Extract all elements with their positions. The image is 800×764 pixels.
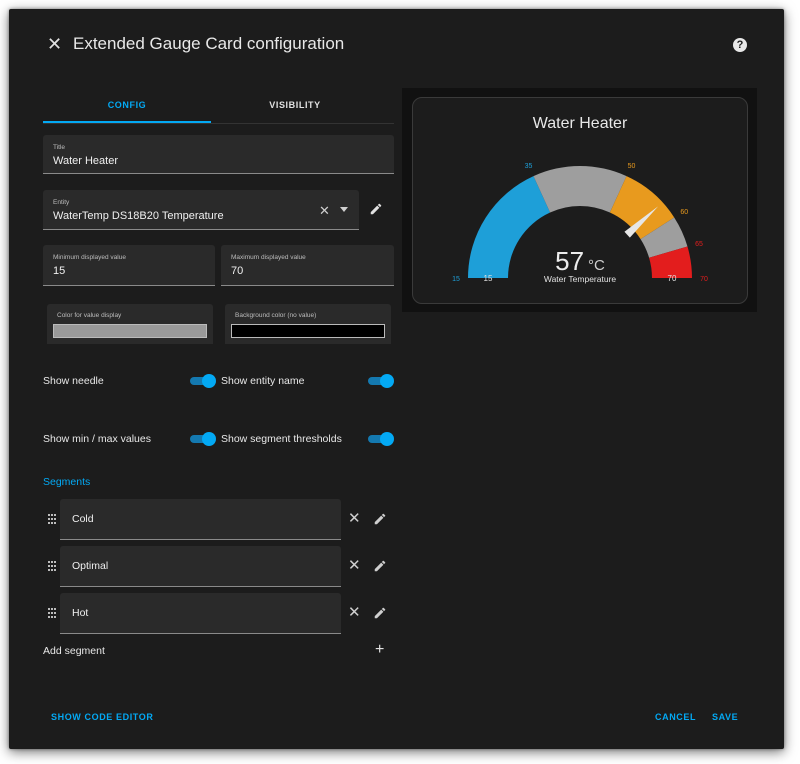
gauge-segment-0 (468, 176, 551, 278)
add-segment-icon[interactable]: + (375, 641, 384, 659)
segment-row-optimal: Optimal ✕ (43, 546, 393, 587)
gauge-card-preview: Water Heater 15 35 50 60 65 70 57 °C Water Tem… (412, 97, 748, 304)
dialog-title: Extended Gauge Card configuration (73, 34, 345, 53)
background-color-swatch[interactable] (231, 324, 385, 338)
max-value-field[interactable]: Maximum displayed value 70 (221, 245, 394, 286)
gauge-threshold-label-3: 60 (680, 209, 688, 216)
show-needle-toggle[interactable] (190, 374, 216, 388)
show-entity-name-toggle[interactable] (368, 374, 394, 388)
entity-field-value: WaterTemp DS18B20 Temperature (53, 210, 224, 222)
min-field-label: Minimum displayed value (53, 254, 126, 261)
gauge-graphic: 15 35 50 60 65 70 57 °C Water Temperature 15 7… (452, 163, 708, 284)
toggle-knob (380, 432, 394, 446)
segments-heading: Segments (43, 476, 91, 488)
gauge-max-label: 70 (668, 274, 677, 283)
gauge-threshold-label-1: 35 (525, 163, 533, 170)
drag-handle-icon[interactable] (48, 514, 56, 524)
toggle-knob (202, 374, 216, 388)
show-min-max-toggle[interactable] (190, 432, 216, 446)
drag-handle-icon[interactable] (48, 561, 56, 571)
gauge-threshold-label-4: 65 (695, 241, 703, 248)
show-code-editor-button[interactable]: SHOW CODE EDITOR (51, 712, 153, 722)
gauge-value: 57 (555, 246, 584, 276)
min-field-value: 15 (53, 265, 66, 277)
segment-row-cold: Cold ✕ (43, 499, 393, 540)
dropdown-arrow-icon[interactable] (340, 207, 348, 212)
gauge-threshold-label-2: 50 (628, 163, 636, 170)
edit-entity-pencil-icon[interactable] (369, 202, 383, 216)
show-thresholds-toggle[interactable] (368, 432, 394, 446)
max-field-value: 70 (231, 265, 244, 277)
gauge-unit: °C (588, 257, 605, 274)
min-value-field[interactable]: Minimum displayed value 15 (43, 245, 215, 286)
toggle-knob (202, 432, 216, 446)
gauge-entity-name: Water Temperature (544, 274, 617, 284)
segment-label: Optimal (72, 560, 109, 572)
gauge-threshold-label-0: 15 (452, 276, 460, 283)
remove-segment-icon[interactable]: ✕ (348, 511, 361, 526)
drag-handle-icon[interactable] (48, 608, 56, 618)
show-thresholds-label: Show segment thresholds (221, 433, 342, 445)
remove-segment-icon[interactable]: ✕ (348, 605, 361, 620)
close-icon[interactable]: ✕ (47, 35, 62, 53)
value-color-swatch[interactable] (53, 324, 207, 338)
entity-field[interactable]: Entity WaterTemp DS18B20 Temperature ✕ (43, 190, 359, 230)
remove-segment-icon[interactable]: ✕ (348, 558, 361, 573)
title-field[interactable]: Title Water Heater (43, 135, 394, 174)
show-min-max-label: Show min / max values (43, 433, 151, 445)
show-needle-label: Show needle (43, 375, 104, 387)
max-field-label: Maximum displayed value (231, 254, 306, 261)
gauge-segment-1 (533, 166, 627, 213)
gauge-value-group: 57 °C (555, 246, 605, 276)
segment-field[interactable]: Hot (60, 593, 341, 634)
segment-field[interactable]: Cold (60, 499, 341, 540)
value-color-label: Color for value display (57, 312, 122, 319)
help-icon[interactable]: ? (733, 38, 747, 52)
save-button[interactable]: SAVE (712, 712, 738, 722)
background-color-field[interactable]: Background color (no value) (225, 304, 391, 344)
tab-config[interactable]: CONFIG (43, 95, 211, 123)
segment-label: Cold (72, 513, 94, 525)
segment-row-hot: Hot ✕ (43, 593, 393, 634)
segment-label: Hot (72, 607, 89, 619)
tab-visibility[interactable]: VISIBILITY (211, 95, 379, 123)
gauge-threshold-label-5: 70 (700, 276, 708, 283)
segment-field[interactable]: Optimal (60, 546, 341, 587)
cancel-button[interactable]: CANCEL (655, 712, 696, 722)
show-entity-name-label: Show entity name (221, 375, 305, 387)
entity-field-label: Entity (53, 199, 70, 206)
background-color-label: Background color (no value) (235, 312, 317, 319)
edit-segment-pencil-icon[interactable] (373, 559, 387, 573)
config-dialog: ✕ Extended Gauge Card configuration ? CO… (9, 9, 784, 749)
clear-icon[interactable]: ✕ (319, 204, 330, 217)
value-color-field[interactable]: Color for value display (47, 304, 213, 344)
gauge-min-label: 15 (484, 274, 493, 283)
toggle-knob (380, 374, 394, 388)
add-segment-label[interactable]: Add segment (43, 645, 105, 657)
title-field-value: Water Heater (53, 155, 119, 167)
tab-bar: CONFIG VISIBILITY (43, 95, 394, 124)
title-field-label: Title (53, 144, 66, 151)
edit-segment-pencil-icon[interactable] (373, 512, 387, 526)
edit-segment-pencil-icon[interactable] (373, 606, 387, 620)
